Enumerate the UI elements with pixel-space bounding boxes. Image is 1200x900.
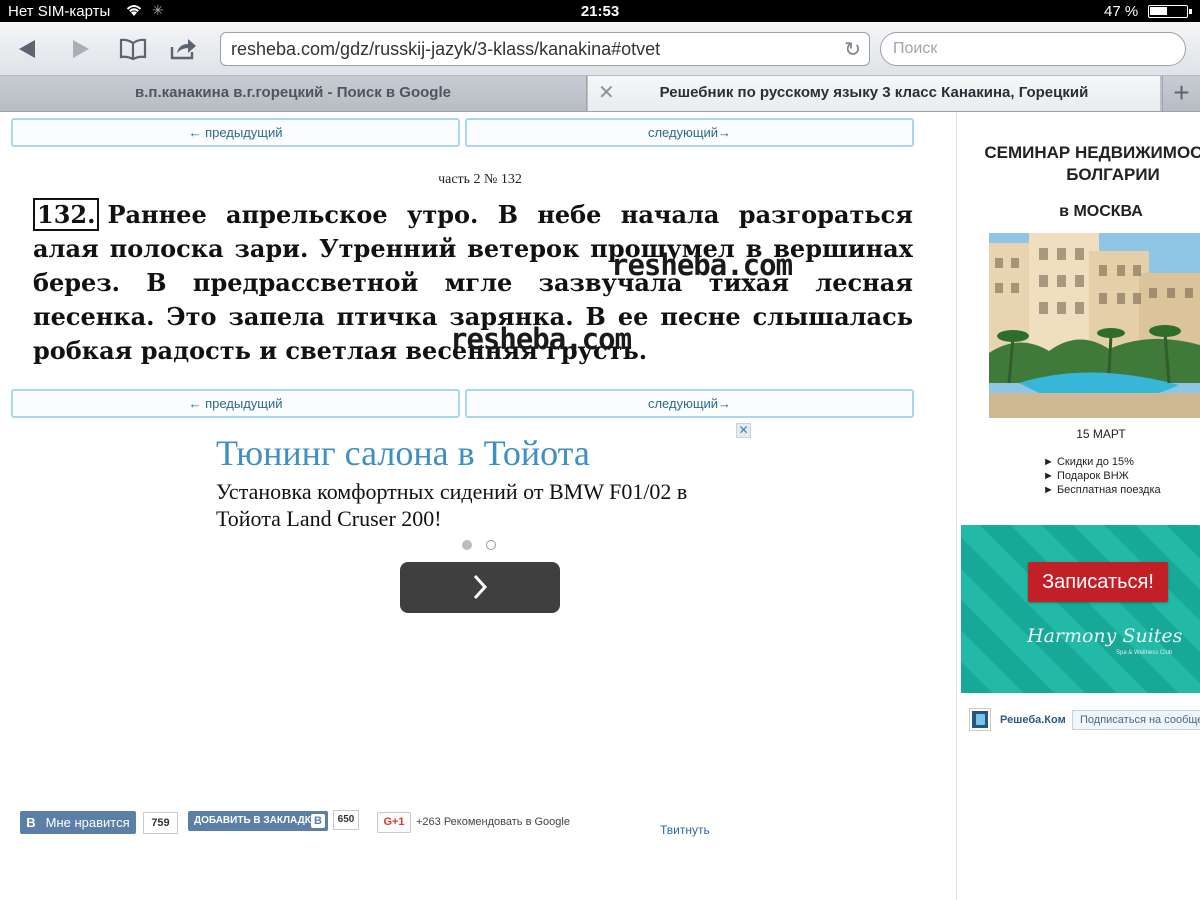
- ad-title-link[interactable]: Тюнинг салона в Тойота: [216, 432, 590, 474]
- tweet-link[interactable]: Твитнуть: [660, 823, 710, 837]
- close-tab-icon[interactable]: ✕: [598, 76, 615, 110]
- url-bar[interactable]: resheba.com/gdz/russkij-jazyk/3-klass/ka…: [220, 32, 870, 66]
- prev-button-bottom[interactable]: ← предыдущий: [11, 389, 460, 418]
- search-placeholder: Поиск: [893, 40, 938, 57]
- vk-logo-icon: В: [311, 814, 325, 828]
- page-title: часть 2 № 132: [438, 172, 522, 187]
- status-bar: Нет SIM-карты ✳ 21:53 47 %: [0, 0, 1200, 22]
- carousel-dot-active[interactable]: [462, 540, 472, 550]
- reload-icon[interactable]: ↻: [844, 37, 861, 62]
- carousel-dot[interactable]: [486, 540, 496, 550]
- sidebar-ad-date: 15 МАРТ: [1076, 427, 1126, 441]
- bookmarks-icon[interactable]: [116, 32, 150, 66]
- ad-close-icon[interactable]: ✕: [736, 423, 751, 438]
- vk-bookmark-label: ДОБАВИТЬ В ЗАКЛАДКИ: [194, 815, 319, 826]
- ad-text: Установка комфортных сидений от BMW F01/…: [216, 479, 688, 531]
- harmony-suites-logo: Harmony Suites: [1027, 625, 1183, 647]
- search-input[interactable]: Поиск: [880, 32, 1186, 66]
- browser-toolbar: resheba.com/gdz/russkij-jazyk/3-klass/ka…: [0, 22, 1200, 76]
- vk-like-label: Мне нравится: [45, 815, 130, 830]
- battery-percent: 47 %: [1104, 3, 1139, 20]
- list-item: ► Скидки до 15%: [1043, 456, 1134, 468]
- community-name[interactable]: Решеба.Ком: [1000, 714, 1066, 726]
- sidebar-ad-title: СЕМИНАР НЕДВИЖИМОСТИ В БОЛГАРИИ: [984, 143, 1200, 184]
- next-button-top[interactable]: следующий→: [465, 118, 914, 147]
- share-icon[interactable]: [166, 32, 200, 66]
- ad-next-button[interactable]: [400, 562, 560, 613]
- prev-button-top[interactable]: ← предыдущий: [11, 118, 460, 147]
- tab-reshebnik[interactable]: ✕ Решебник по русскому языку 3 класс Кан…: [588, 76, 1160, 111]
- list-item: ► Бесплатная поездка: [1043, 484, 1161, 496]
- sidebar-ad[interactable]: СЕМИНАР НЕДВИЖИМОСТИ В БОЛГАРИИ в МОСКВА: [961, 130, 1200, 693]
- gplus-button[interactable]: G+1: [377, 812, 411, 833]
- tab-google-search[interactable]: в.п.канакина в.г.горецкий - Поиск в Goog…: [0, 76, 587, 111]
- tab-title: Решебник по русскому языку 3 класс Канак…: [659, 84, 1089, 101]
- signup-button[interactable]: Записаться!: [1028, 562, 1168, 602]
- vk-logo-icon: В: [26, 815, 36, 830]
- subscribe-button[interactable]: Подписаться на сообщество: [1072, 710, 1200, 730]
- watermark: resheba.com: [450, 322, 632, 356]
- sidebar-ad-city: в МОСКВА: [1059, 203, 1143, 220]
- forward-icon[interactable]: [64, 32, 98, 66]
- vk-bookmark-button[interactable]: ДОБАВИТЬ В ЗАКЛАДКИ В: [188, 811, 328, 831]
- back-icon[interactable]: [10, 32, 44, 66]
- url-text: resheba.com/gdz/russkij-jazyk/3-klass/ka…: [231, 39, 661, 59]
- vk-like-count: 759: [143, 812, 178, 834]
- vk-community-widget: Решеба.Ком Подписаться на сообщество: [968, 709, 1200, 733]
- battery-icon: [1148, 5, 1192, 18]
- gplus-text: +263 Рекомендовать в Google: [416, 816, 570, 828]
- list-item: ► Подарок ВНЖ: [1043, 470, 1129, 482]
- harmony-suites-subtitle: Spa & Wellness Club: [1116, 650, 1173, 656]
- hotel-image: [989, 233, 1200, 418]
- tab-title: в.п.канакина в.г.горецкий - Поиск в Goog…: [135, 84, 451, 101]
- vk-bookmark-count: 650: [333, 810, 359, 830]
- clock: 21:53: [580, 3, 620, 20]
- new-tab-button[interactable]: +: [1162, 76, 1200, 111]
- exercise-number: 132.: [33, 198, 100, 231]
- next-button-bottom[interactable]: следующий→: [465, 389, 914, 418]
- vk-like-button[interactable]: В Мне нравится: [20, 811, 136, 834]
- sidebar-ad-list: ► Скидки до 15% ► Подарок ВНЖ ► Бесплатн…: [1043, 455, 1161, 497]
- tab-bar: в.п.канакина в.г.горецкий - Поиск в Goog…: [0, 76, 1200, 112]
- sidebar-ad-banner: Записаться! Harmony Suites Spa & Wellnes…: [961, 525, 1200, 693]
- community-avatar-icon[interactable]: [970, 709, 990, 730]
- watermark: resheba.com: [611, 248, 793, 282]
